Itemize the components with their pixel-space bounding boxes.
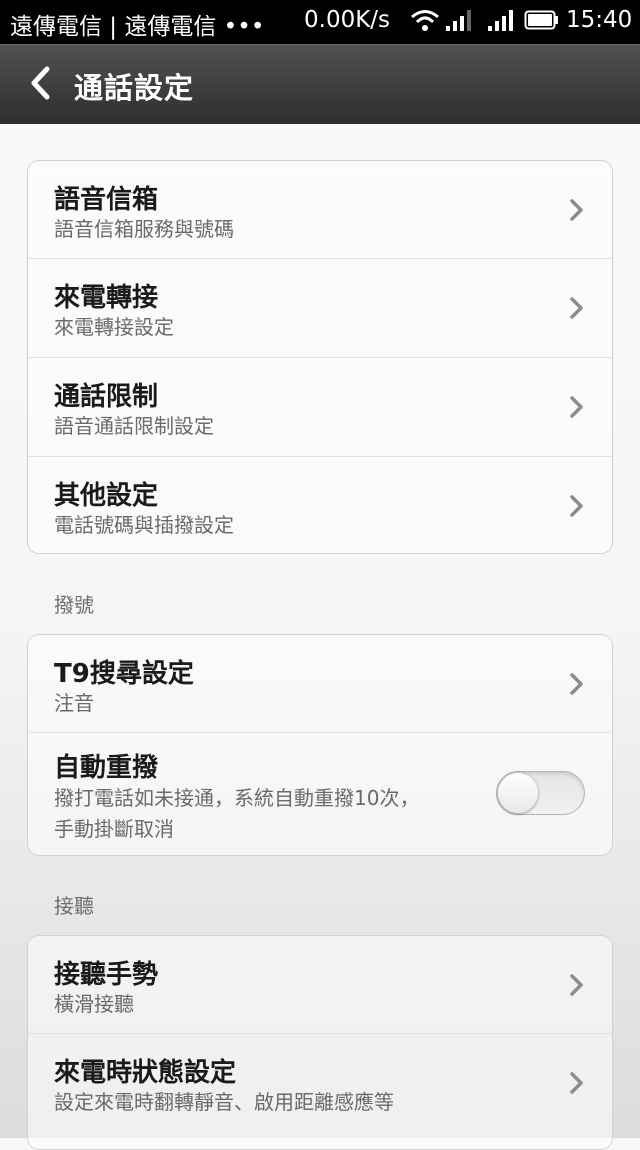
network-speed: 0.00K/s — [304, 7, 391, 33]
row-subtitle: 注音 — [54, 691, 94, 715]
row-title: T9搜尋設定 — [54, 659, 194, 689]
settings-group-answer: 接聽手勢 橫滑接聽 來電時狀態設定 設定來電時翻轉靜音、啟用距離感應等 — [27, 935, 613, 1150]
settings-group-general: 語音信箱 語音信箱服務與號碼 來電轉接 來電轉接設定 通話限制 語音通話限制設定… — [27, 160, 613, 554]
page-title: 通話設定 — [74, 71, 195, 105]
row-subtitle: 語音信箱服務與號碼 — [54, 217, 234, 241]
auto-redial-toggle[interactable] — [496, 771, 585, 815]
list-item-other-settings[interactable]: 其他設定 電話號碼與插撥設定 — [28, 457, 612, 553]
row-subtitle: 語音通話限制設定 — [54, 414, 214, 438]
chevron-right-icon — [570, 495, 583, 517]
status-icons — [410, 8, 560, 32]
list-item-answer-gesture[interactable]: 接聽手勢 橫滑接聽 — [28, 936, 612, 1034]
signal-icon — [488, 10, 513, 31]
wifi-icon — [411, 10, 439, 31]
signal-icon — [446, 10, 471, 31]
chevron-right-icon — [570, 974, 583, 996]
section-header-dial: 撥號 — [54, 593, 94, 617]
settings-group-dial: T9搜尋設定 注音 自動重撥 撥打電話如未接通，系統自動重撥10次， 手動掛斷取… — [27, 634, 613, 856]
row-subtitle: 撥打電話如未接通，系統自動重撥10次， — [54, 786, 420, 810]
row-title: 來電時狀態設定 — [54, 1058, 237, 1088]
row-subtitle: 手動掛斷取消 — [54, 817, 174, 841]
chevron-right-icon — [570, 396, 583, 418]
row-title: 語音信箱 — [54, 185, 159, 215]
chevron-right-icon — [570, 1072, 583, 1094]
list-item-t9-search[interactable]: T9搜尋設定 注音 — [28, 635, 612, 733]
battery-icon — [524, 10, 558, 30]
row-subtitle: 來電轉接設定 — [54, 315, 174, 339]
chevron-right-icon — [570, 297, 583, 319]
clock: 15:40 — [566, 7, 633, 33]
list-item-auto-redial[interactable]: 自動重撥 撥打電話如未接通，系統自動重撥10次， 手動掛斷取消 — [28, 733, 612, 855]
chevron-right-icon — [570, 673, 583, 695]
row-title: 自動重撥 — [54, 753, 159, 783]
row-title: 接聽手勢 — [54, 960, 159, 990]
chevron-right-icon — [570, 199, 583, 221]
row-title: 來電轉接 — [54, 283, 159, 313]
list-item-incoming-call-state[interactable]: 來電時狀態設定 設定來電時翻轉靜音、啟用距離感應等 — [28, 1034, 612, 1132]
status-bar: 遠傳電信 | 遠傳電信 ••• 0.00K/s 15:40 — [0, 0, 640, 44]
toggle-knob — [498, 773, 538, 813]
back-arrow-icon — [31, 66, 50, 100]
row-title: 通話限制 — [54, 382, 159, 412]
carrier-label: 遠傳電信 | 遠傳電信 ••• — [10, 14, 265, 40]
list-item-voicemail[interactable]: 語音信箱 語音信箱服務與號碼 — [28, 161, 612, 259]
section-header-answer: 接聽 — [54, 894, 94, 918]
list-item-call-forwarding[interactable]: 來電轉接 來電轉接設定 — [28, 259, 612, 358]
list-item-call-barring[interactable]: 通話限制 語音通話限制設定 — [28, 358, 612, 457]
row-title: 其他設定 — [54, 481, 159, 511]
row-subtitle: 設定來電時翻轉靜音、啟用距離感應等 — [54, 1090, 394, 1114]
action-bar: 通話設定 — [0, 44, 640, 124]
back-button[interactable] — [18, 57, 62, 109]
row-subtitle: 電話號碼與插撥設定 — [54, 513, 234, 537]
row-subtitle: 橫滑接聽 — [54, 992, 134, 1016]
